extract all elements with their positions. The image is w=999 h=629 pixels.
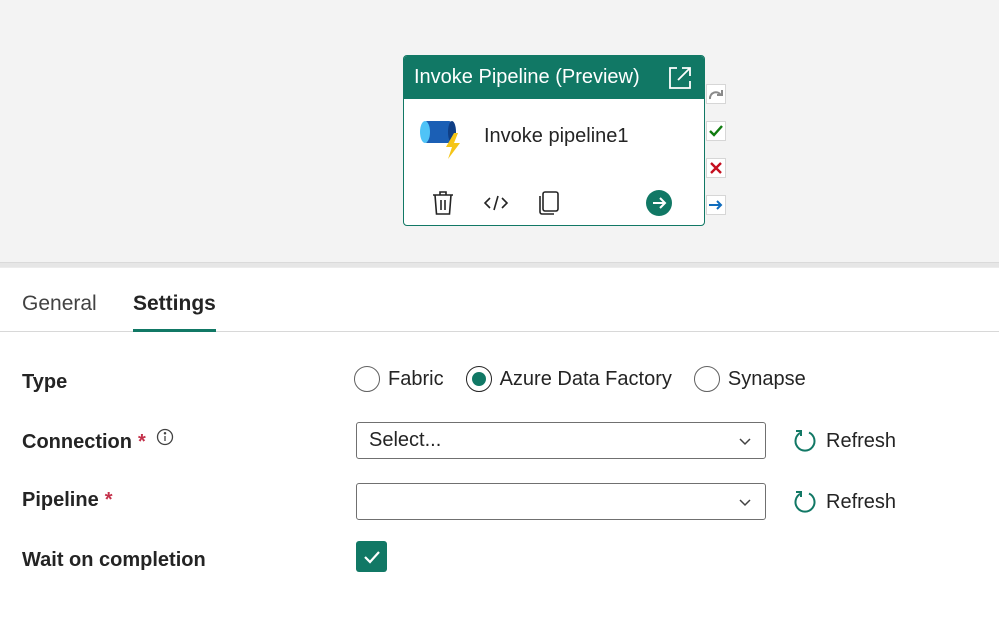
connection-label: Connection * bbox=[22, 428, 174, 454]
radio-fabric[interactable]: Fabric bbox=[354, 366, 444, 392]
activity-ports bbox=[706, 84, 728, 232]
copy-icon[interactable] bbox=[536, 190, 562, 216]
activity-name: Invoke pipeline1 bbox=[484, 125, 629, 147]
wait-on-completion-checkbox[interactable] bbox=[356, 541, 387, 572]
invoke-pipeline-icon bbox=[418, 113, 466, 161]
completion-arrow-icon[interactable] bbox=[706, 195, 726, 215]
connection-label-text: Connection bbox=[22, 431, 132, 453]
connection-select-value: Select... bbox=[369, 429, 442, 451]
code-icon[interactable] bbox=[483, 190, 509, 216]
radio-azure-data-factory[interactable]: Azure Data Factory bbox=[465, 366, 672, 392]
fail-x-icon[interactable] bbox=[706, 158, 726, 178]
chevron-down-icon bbox=[739, 437, 751, 445]
skip-arrow-icon[interactable] bbox=[706, 84, 726, 104]
pipeline-refresh-button[interactable]: Refresh bbox=[792, 489, 896, 515]
radio-label: Azure Data Factory bbox=[499, 367, 672, 390]
radio-circle-selected[interactable] bbox=[465, 366, 492, 392]
wait-on-completion-label: Wait on completion bbox=[22, 549, 206, 571]
arrow-right-circle-icon[interactable] bbox=[646, 190, 672, 216]
required-asterisk: * bbox=[104, 489, 113, 511]
activity-actions bbox=[404, 181, 704, 225]
connection-select[interactable]: Select... bbox=[356, 422, 766, 459]
radio-label: Synapse bbox=[727, 367, 806, 390]
required-asterisk: * bbox=[138, 431, 146, 453]
invoke-pipeline-activity[interactable]: Invoke Pipeline (Preview) Invoke pipelin… bbox=[403, 55, 705, 226]
open-external-icon[interactable] bbox=[666, 64, 694, 92]
refresh-label: Refresh bbox=[826, 490, 897, 513]
tab-general[interactable]: General bbox=[22, 292, 97, 332]
radio-label: Fabric bbox=[388, 367, 444, 390]
refresh-icon bbox=[794, 491, 816, 513]
pipeline-select[interactable] bbox=[356, 483, 766, 520]
activity-body: Invoke pipeline1 bbox=[404, 99, 704, 174]
radio-dot bbox=[471, 372, 486, 386]
pipeline-label-text: Pipeline bbox=[22, 489, 99, 511]
success-check-icon[interactable] bbox=[706, 121, 726, 141]
checkmark-icon bbox=[363, 550, 380, 564]
pipeline-label: Pipeline * bbox=[22, 489, 113, 512]
type-radio-group: Fabric Azure Data Factory Synapse bbox=[354, 366, 828, 392]
pipeline-canvas[interactable]: Invoke Pipeline (Preview) Invoke pipelin… bbox=[0, 0, 999, 262]
refresh-label: Refresh bbox=[826, 429, 897, 452]
chevron-down-icon bbox=[739, 498, 751, 506]
radio-circle[interactable] bbox=[354, 366, 380, 392]
refresh-icon bbox=[794, 430, 816, 452]
activity-header-title: Invoke Pipeline (Preview) bbox=[414, 66, 640, 88]
info-icon[interactable] bbox=[156, 428, 174, 446]
tab-settings[interactable]: Settings bbox=[133, 292, 216, 332]
activity-header: Invoke Pipeline (Preview) bbox=[404, 56, 704, 99]
properties-tabs: General Settings bbox=[0, 268, 999, 332]
radio-synapse[interactable]: Synapse bbox=[693, 366, 806, 392]
connection-refresh-button[interactable]: Refresh bbox=[792, 428, 896, 454]
radio-circle[interactable] bbox=[693, 366, 720, 392]
trash-icon[interactable] bbox=[430, 190, 456, 216]
type-label: Type bbox=[22, 371, 68, 393]
